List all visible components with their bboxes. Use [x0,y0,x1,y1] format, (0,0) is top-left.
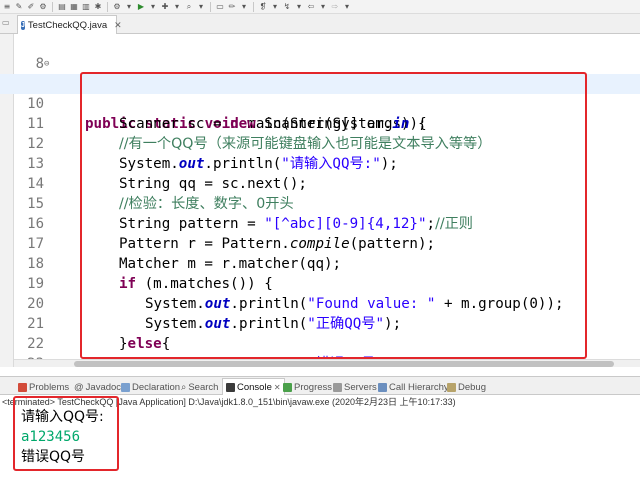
code-line-22[interactable]: 22 System.out.println("错误QQ号"); [0,314,640,367]
settings-icon[interactable]: ⚙ [112,2,122,12]
scrollbar-thumb[interactable] [74,361,614,367]
code-line-12[interactable]: 12 System.out.println("请输入QQ号:"); [0,114,640,172]
at-icon: @ [74,381,84,393]
console-output-line: 错误QQ号 [21,449,86,465]
tab-declaration[interactable]: Declaration [121,380,180,394]
console-icon [226,383,235,392]
tab-label: Javadoc [85,381,122,393]
window-icon[interactable]: ▤ [57,2,67,12]
editor-horizontal-scrollbar[interactable] [14,359,640,367]
tab-label: Debug [458,381,486,393]
new-icon[interactable]: ✚ [160,2,170,12]
code-line-14[interactable]: 14 //检验：长度、数字、0开头 [0,154,640,212]
console-user-input: a123456 [21,429,81,445]
chevron-down-icon[interactable]: ▾ [124,2,134,12]
code-line-16[interactable]: 16 Pattern r = Pattern.compile(pattern); [0,194,640,252]
declaration-icon [121,382,130,392]
editor-tab-label: TestCheckQQ.java [27,19,108,31]
code-line-20[interactable]: 20 System.out.println("正确QQ号"); [0,274,640,332]
console-view[interactable]: <terminated> TestCheckQQ [Java Applicati… [0,395,640,481]
chevron-down-icon[interactable]: ▾ [239,2,249,12]
tab-label: Call Hierarchy [389,381,449,393]
close-icon[interactable]: ✕ [114,20,122,31]
servers-icon [333,382,342,392]
code-line-9[interactable]: 9 ⊖ public static void main(String[] arg… [0,54,640,132]
tab-console[interactable]: Console ✕ [222,378,285,396]
tab-label: Declaration [132,381,181,393]
toolbar-separator [107,1,108,12]
console-output-line: 请输入QQ号: [21,409,104,425]
main-toolbar: ≡ ✎ ✐ ⚙ ▤ ▦ ▥ ✱ ⚙ ▾ ▶ ▾ ✚ ▾ ⌕ ▾ ▭ ✏ ▾ ❡ … [0,0,640,14]
code-line-18[interactable]: 18 if (m.matches()) { [0,234,640,292]
code-line-21[interactable]: 21 }else{ [0,294,640,352]
tab-progress[interactable]: Progress [283,380,332,394]
link-icon[interactable]: ↯ [282,2,292,12]
hierarchy-icon [378,382,387,392]
tab-servers[interactable]: Servers [333,380,377,394]
tab-label: Problems [29,381,70,393]
close-icon[interactable]: ✕ [274,383,281,392]
code-editor[interactable]: 8 9 ⊖ public static void main(String[] a… [0,34,640,367]
toolbar-separator [52,1,53,12]
annotation-icon[interactable]: ❡ [258,2,268,12]
code-line-10[interactable]: 10 Scanner sc = new Scanner(System.in); [0,74,640,132]
grid-icon[interactable]: ▦ [69,2,79,12]
tab-call-hierarchy[interactable]: Call Hierarchy [378,380,449,394]
chevron-down-icon[interactable]: ▾ [318,2,328,12]
code-line-8[interactable]: 8 [0,34,640,72]
code-line-13[interactable]: 13 String qq = sc.next(); [0,134,640,192]
run-icon[interactable]: ▶ [136,2,146,12]
pen-icon[interactable]: ✐ [26,2,36,12]
chevron-down-icon[interactable]: ▾ [270,2,280,12]
fold-icon[interactable]: ⊖ [44,54,49,74]
chevron-down-icon[interactable]: ▾ [172,2,182,12]
tab-problems[interactable]: Problems [18,380,69,394]
tab-label: Search [188,381,219,393]
code-line-17[interactable]: 17 Matcher m = r.matcher(qq); [0,214,640,272]
open-folder-icon[interactable]: ▭ [215,2,225,12]
chevron-down-icon[interactable]: ▾ [196,2,206,12]
bookmark-icon[interactable]: ✎ [14,2,24,12]
tab-label: Console [237,382,272,393]
search-icon: ⌕ [181,381,187,393]
tab-label: Servers [344,381,377,393]
table-icon[interactable]: ▥ [81,2,91,12]
code-line-15[interactable]: 15 String pattern = "[^abc][0-9]{4,12}";… [0,174,640,232]
tab-search[interactable]: ⌕ Search [181,380,218,394]
progress-icon [283,382,292,392]
editor-tab-strip: ▭ J TestCheckQQ.java ✕ [0,14,640,34]
tab-javadoc[interactable]: @ Javadoc [74,380,121,394]
tab-label: Progress [294,381,333,393]
chevron-down-icon[interactable]: ▾ [294,2,304,12]
chevron-down-icon[interactable]: ▾ [148,2,158,12]
tool-icon[interactable]: ⚙ [38,2,48,12]
chevron-down-icon[interactable]: ▾ [342,2,352,12]
editor-tab-testcheckqq[interactable]: J TestCheckQQ.java ✕ [17,15,122,34]
bottom-panel-tabs: Problems @ Javadoc Declaration ⌕ Search … [0,376,640,396]
menu-icon[interactable]: ≡ [2,2,12,12]
search-icon[interactable]: ⌕ [184,2,194,12]
code-line-11[interactable]: 11 //有一个QQ号（来源可能键盘输入也可能是文本导入等等） [0,94,640,152]
toolbar-separator [253,1,254,12]
debug-icon[interactable]: ✱ [93,2,103,12]
tab-debug[interactable]: Debug [447,380,486,394]
code-line-23[interactable]: 23 } [0,334,640,367]
collapse-icon[interactable]: ▭ [2,18,10,27]
problems-icon [18,382,27,392]
toolbar-separator [210,1,211,12]
forward-icon[interactable]: ⇨ [330,2,340,12]
pencil-icon[interactable]: ✏ [227,2,237,12]
debug-icon [447,382,456,392]
code-line-19[interactable]: 19 System.out.println("Found value: " + … [0,254,640,312]
back-icon[interactable]: ⇦ [306,2,316,12]
java-file-icon: J [21,20,25,30]
